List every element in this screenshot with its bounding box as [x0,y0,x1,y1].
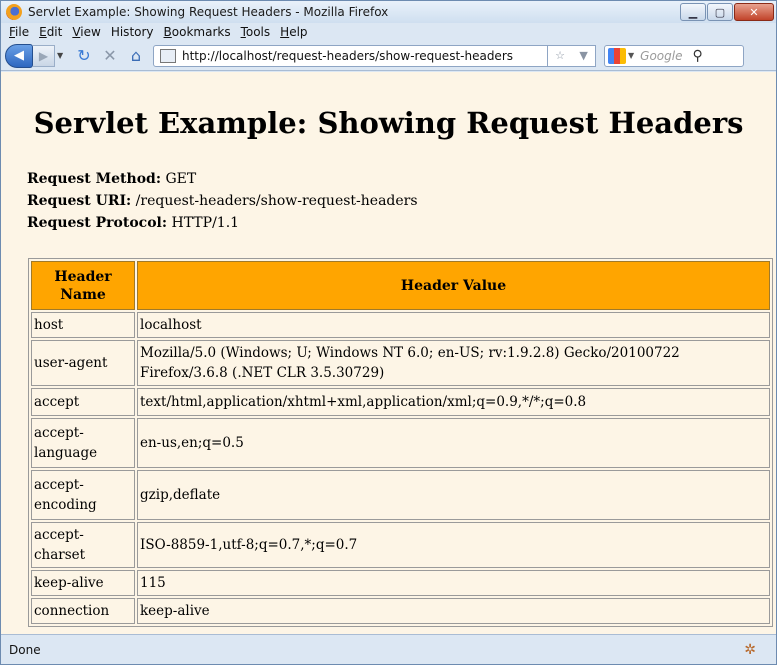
header-name-cell: accept-language [31,418,135,468]
address-bar-controls: ☆ ▼ [548,44,596,67]
reload-icon[interactable]: ↻ [75,46,93,65]
table-row: keep-alive 115 [31,570,770,596]
header-value-cell: Mozilla/5.0 (Windows; U; Windows NT 6.0;… [137,340,770,386]
window-controls: ▁ ▢ ✕ [679,3,774,21]
menu-bar: File Edit View History Bookmarks Tools H… [1,23,776,41]
menu-file[interactable]: File [9,25,29,39]
forward-arrow-icon: ▶ [38,48,49,63]
search-engine-dropdown-icon[interactable]: ▼ [628,51,634,60]
close-button[interactable]: ✕ [734,3,774,21]
search-engine-icon[interactable] [608,47,626,64]
menu-history[interactable]: History [111,25,154,39]
window-title: Servlet Example: Showing Request Headers… [28,5,389,19]
table-row: host localhost [31,312,770,338]
addon-bug-icon[interactable]: ✲ [744,642,756,658]
url-text[interactable]: http://localhost/request-headers/show-re… [182,49,513,63]
page-favicon-icon [160,48,176,63]
request-info: Request Method: GET Request URI: /reques… [27,168,418,234]
header-name-cell: accept-charset [31,522,135,568]
history-dropdown-icon[interactable]: ▼ [57,51,67,60]
menu-tools[interactable]: Tools [241,25,271,39]
header-value-cell: en-us,en;q=0.5 [137,418,770,468]
menu-bookmarks[interactable]: Bookmarks [164,25,231,39]
table-row: accept-charset ISO-8859-1,utf-8;q=0.7,*;… [31,522,770,568]
headers-table: Header Name Header Value host localhost … [28,258,773,627]
table-row: accept-encoding gzip,deflate [31,470,770,520]
bookmark-star-icon[interactable]: ☆ [555,49,565,62]
back-arrow-icon: ◀ [14,48,24,63]
header-name-column: Header Name [31,261,135,310]
table-row: accept-language en-us,en;q=0.5 [31,418,770,468]
table-row: accept text/html,application/xhtml+xml,a… [31,388,770,416]
search-input[interactable]: Google [640,49,682,63]
menu-edit[interactable]: Edit [39,25,62,39]
header-value-cell: 115 [137,570,770,596]
page-title: Servlet Example: Showing Request Headers [33,106,744,140]
menu-view[interactable]: View [72,25,100,39]
navigation-toolbar: ◀ ▶ ▼ ↻ ✕ ⌂ http://localhost/request-hea… [1,41,776,71]
forward-button[interactable]: ▶ [33,44,55,67]
status-bar: Done ✲ [1,634,776,664]
home-icon[interactable]: ⌂ [127,46,145,65]
page-content: Servlet Example: Showing Request Headers… [1,72,776,634]
browser-window: Servlet Example: Showing Request Headers… [0,0,777,665]
header-name-cell: connection [31,598,135,624]
stop-icon[interactable]: ✕ [101,46,119,65]
request-protocol-line: Request Protocol: HTTP/1.1 [27,215,240,231]
firefox-icon [6,4,22,20]
title-bar: Servlet Example: Showing Request Headers… [1,1,776,23]
table-row: connection keep-alive [31,598,770,624]
search-icon[interactable]: ⚲ [692,48,702,64]
request-uri-line: Request URI: /request-headers/show-reque… [27,193,418,209]
minimize-icon: ▁ [688,5,698,19]
header-value-cell: keep-alive [137,598,770,624]
search-box[interactable]: ▼ Google ⚲ [604,44,744,67]
table-row: user-agent Mozilla/5.0 (Windows; U; Wind… [31,340,770,386]
status-text: Done [9,642,41,657]
back-button[interactable]: ◀ [5,43,33,68]
menu-help[interactable]: Help [280,25,307,39]
maximize-icon: ▢ [714,5,726,19]
table-header-row: Header Name Header Value [31,261,770,310]
header-value-cell: text/html,application/xhtml+xml,applicat… [137,388,770,416]
header-value-cell: ISO-8859-1,utf-8;q=0.7,*;q=0.7 [137,522,770,568]
header-name-cell: host [31,312,135,338]
header-value-column: Header Value [137,261,770,310]
maximize-button[interactable]: ▢ [707,3,733,21]
request-method-line: Request Method: GET [27,171,197,187]
header-value-cell: gzip,deflate [137,470,770,520]
url-dropdown-icon[interactable]: ▼ [579,49,587,62]
address-bar[interactable]: http://localhost/request-headers/show-re… [153,44,548,67]
header-name-cell: accept-encoding [31,470,135,520]
header-name-cell: user-agent [31,340,135,386]
header-name-cell: keep-alive [31,570,135,596]
minimize-button[interactable]: ▁ [680,3,706,21]
header-name-cell: accept [31,388,135,416]
header-value-cell: localhost [137,312,770,338]
close-icon: ✕ [749,5,759,19]
